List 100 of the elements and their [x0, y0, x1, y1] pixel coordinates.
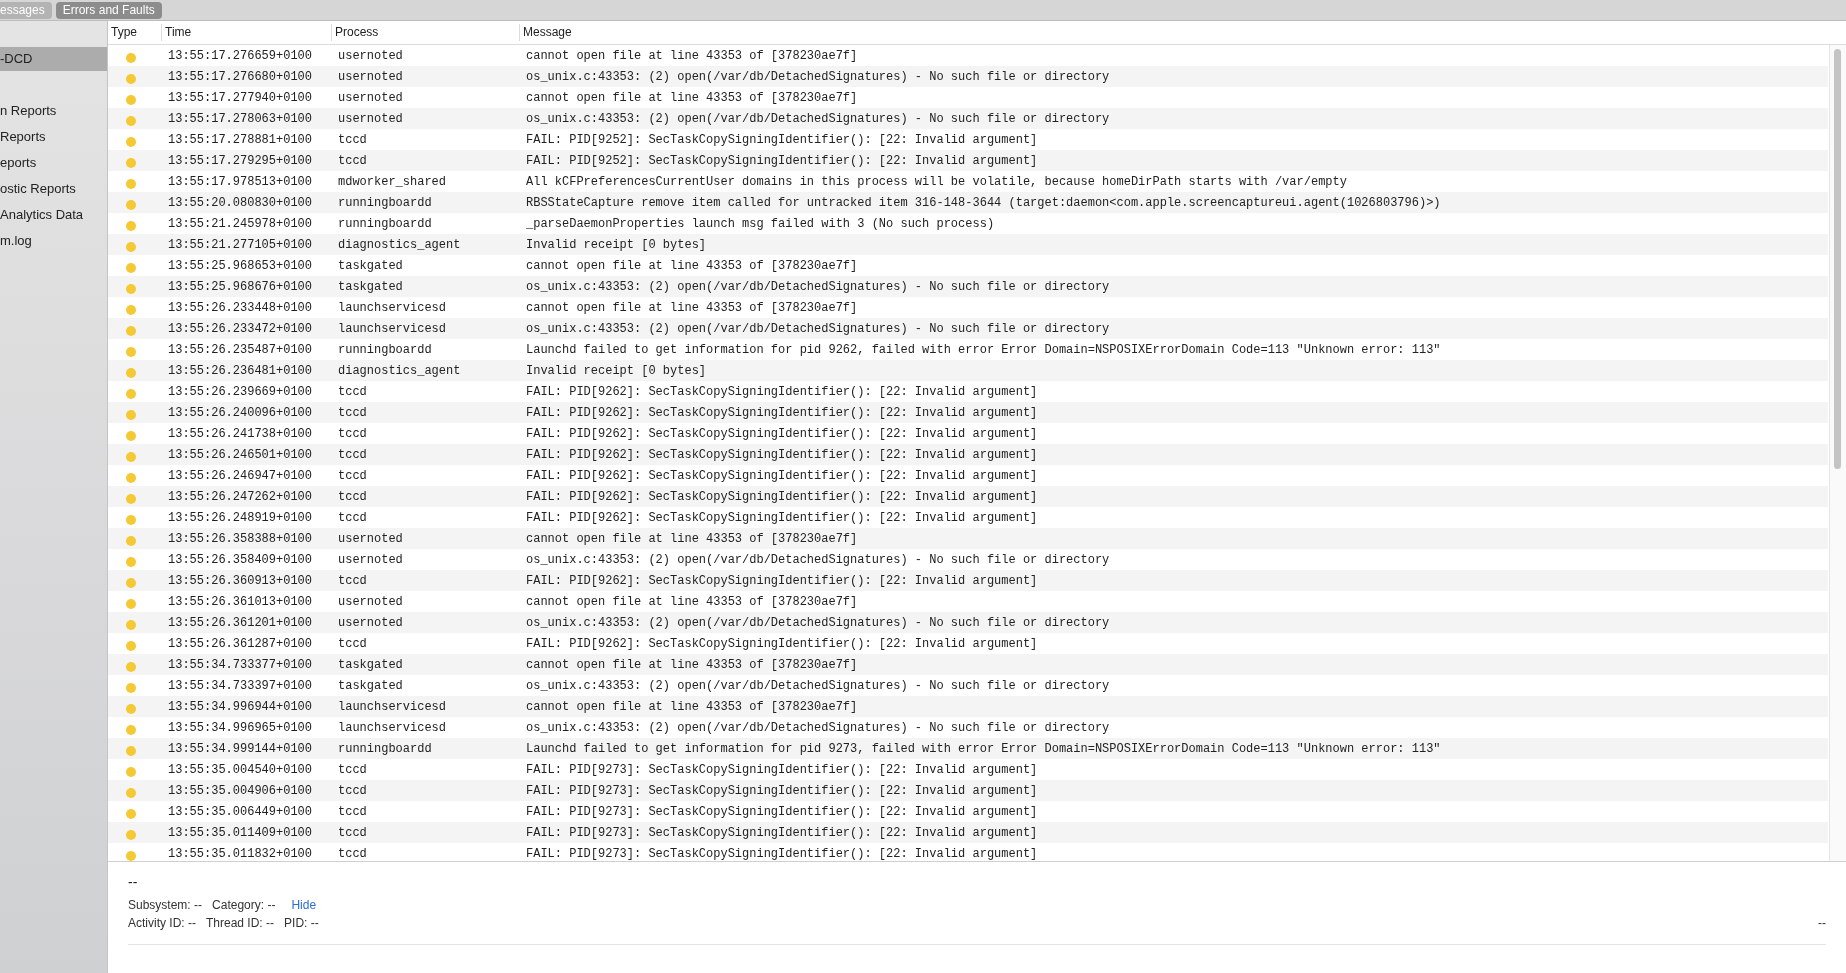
error-dot-icon: [126, 493, 136, 504]
process-cell-text: launchservicesd: [337, 699, 448, 714]
time-cell-text: 13:55:25.968653+0100: [167, 258, 314, 273]
time-cell-text: 13:55:26.246501+0100: [167, 447, 314, 462]
time-cell-text: 13:55:26.240096+0100: [167, 405, 314, 420]
time-cell-text: 13:55:17.978513+0100: [167, 174, 314, 189]
time-cell-text: 13:55:26.358409+0100: [167, 552, 314, 567]
time-cell-text: 13:55:17.277940+0100: [167, 90, 314, 105]
column-header[interactable]: Time: [161, 24, 331, 41]
message-cell-text: FAIL: PID[9262]: SecTaskCopySigningIdentifier(): [22: Invalid argument]: [525, 510, 1039, 525]
error-dot-icon: [126, 451, 136, 462]
column-header[interactable]: Message: [519, 24, 1846, 41]
time-cell-text: 13:55:26.235487+0100: [167, 342, 314, 357]
time-cell-text: 13:55:35.004540+0100: [167, 762, 314, 777]
sidebar-item[interactable]: eports: [0, 151, 107, 175]
error-dot-icon: [126, 283, 136, 294]
message-cell-text: os_unix.c:43353: (2) open(/var/db/DetachedSignatures) - No such file or directory: [525, 615, 1111, 630]
message-cell-text: cannot open file at line 43353 of [378230ae7f]: [525, 699, 859, 714]
error-dot-icon: [126, 304, 136, 315]
error-dot-icon: [126, 556, 136, 567]
message-cell-text: os_unix.c:43353: (2) open(/var/db/DetachedSignatures) - No such file or directory: [525, 111, 1111, 126]
message-cell-text: FAIL: PID[9273]: SecTaskCopySigningIdentifier(): [22: Invalid argument]: [525, 825, 1039, 840]
time-cell-text: 13:55:21.277105+0100: [167, 237, 314, 252]
column-header[interactable]: Process: [331, 24, 519, 41]
time-cell-text: 13:55:26.246947+0100: [167, 468, 314, 483]
message-cell-text: cannot open file at line 43353 of [378230ae7f]: [525, 48, 859, 63]
process-cell-text: usernoted: [337, 90, 404, 105]
error-dot-icon: [126, 325, 136, 336]
hide-link[interactable]: Hide: [291, 898, 317, 912]
time-cell-text: 13:55:26.358388+0100: [167, 531, 314, 546]
time-cell-text: 13:55:26.241738+0100: [167, 426, 314, 441]
time-cell-text: 13:55:26.361201+0100: [167, 615, 314, 630]
sidebar-item[interactable]: ostic Reports: [0, 177, 107, 201]
process-cell-text: usernoted: [337, 111, 404, 126]
error-dot-icon: [126, 577, 136, 588]
error-dot-icon: [126, 682, 136, 693]
error-dot-icon: [126, 598, 136, 609]
time-cell-text: 13:55:26.239669+0100: [167, 384, 314, 399]
sidebar-item[interactable]: n Reports: [0, 99, 107, 123]
time-cell-text: 13:55:26.233448+0100: [167, 300, 314, 315]
time-cell-text: 13:55:35.004906+0100: [167, 783, 314, 798]
message-cell-text: Launchd failed to get information for pid 9262, failed with error Error Domain=NSPOSIXErrorDomain Code=113 "Unknown error: 113": [525, 342, 1442, 357]
error-dot-icon: [126, 745, 136, 756]
error-dot-icon: [126, 136, 136, 147]
message-cell-text: cannot open file at line 43353 of [378230ae7f]: [525, 300, 859, 315]
process-cell-text: tccd: [337, 636, 368, 651]
message-cell-text: FAIL: PID[9262]: SecTaskCopySigningIdentifier(): [22: Invalid argument]: [525, 468, 1039, 483]
error-dot-icon: [126, 157, 136, 168]
message-cell-text: FAIL: PID[9252]: SecTaskCopySigningIdentifier(): [22: Invalid argument]: [525, 132, 1039, 147]
message-cell-text: FAIL: PID[9273]: SecTaskCopySigningIdentifier(): [22: Invalid argument]: [525, 783, 1039, 798]
detail-field: Subsystem: --: [128, 898, 203, 912]
process-cell-text: tccd: [337, 510, 368, 525]
process-cell-text: runningboardd: [337, 741, 433, 756]
error-dot-icon: [126, 409, 136, 420]
message-cell-text: FAIL: PID[9273]: SecTaskCopySigningIdentifier(): [22: Invalid argument]: [525, 846, 1039, 861]
error-dot-icon: [126, 115, 136, 126]
error-dot-icon: [126, 94, 136, 105]
error-dot-icon: [126, 619, 136, 630]
message-cell-text: cannot open file at line 43353 of [378230ae7f]: [525, 531, 859, 546]
sidebar-item[interactable]: -DCD: [0, 47, 107, 71]
process-cell-text: usernoted: [337, 531, 404, 546]
sidebar-item[interactable]: Analytics Data: [0, 203, 107, 227]
error-dot-icon: [126, 178, 136, 189]
column-header[interactable]: Type: [108, 24, 161, 41]
scrollbar-thumb[interactable]: [1834, 49, 1841, 469]
time-cell-text: 13:55:35.011409+0100: [167, 825, 314, 840]
message-cell-text: os_unix.c:43353: (2) open(/var/db/DetachedSignatures) - No such file or directory: [525, 552, 1111, 567]
process-cell-text: launchservicesd: [337, 300, 448, 315]
detail-field: PID: --: [284, 916, 319, 930]
time-cell-text: 13:55:26.236481+0100: [167, 363, 314, 378]
process-cell-text: launchservicesd: [337, 720, 448, 735]
error-dot-icon: [126, 220, 136, 231]
message-cell-text: FAIL: PID[9262]: SecTaskCopySigningIdentifier(): [22: Invalid argument]: [525, 426, 1039, 441]
error-dot-icon: [126, 388, 136, 399]
time-cell-text: 13:55:26.360913+0100: [167, 573, 314, 588]
process-cell-text: usernoted: [337, 594, 404, 609]
sidebar-item[interactable]: m.log: [0, 229, 107, 253]
message-cell-text: Invalid receipt [0 bytes]: [525, 237, 708, 252]
message-cell-text: os_unix.c:43353: (2) open(/var/db/DetachedSignatures) - No such file or directory: [525, 678, 1111, 693]
error-dot-icon: [126, 430, 136, 441]
process-cell-text: taskgated: [337, 279, 404, 294]
process-cell-text: tccd: [337, 384, 368, 399]
process-cell-text: usernoted: [337, 48, 404, 63]
message-cell-text: _parseDaemonProperties launch msg failed with 3 (No such process): [525, 216, 996, 231]
time-cell-text: 13:55:34.733397+0100: [167, 678, 314, 693]
process-cell-text: taskgated: [337, 258, 404, 273]
time-cell-text: 13:55:25.968676+0100: [167, 279, 314, 294]
process-cell-text: mdworker_shared: [337, 174, 448, 189]
process-cell-text: tccd: [337, 153, 368, 168]
process-cell-text: taskgated: [337, 657, 404, 672]
error-dot-icon: [126, 829, 136, 840]
process-cell-text: tccd: [337, 783, 368, 798]
process-cell-text: tccd: [337, 405, 368, 420]
time-cell-text: 13:55:26.361013+0100: [167, 594, 314, 609]
process-cell-text: tccd: [337, 846, 368, 861]
detail-field: Activity ID: --: [128, 916, 196, 930]
sidebar-item[interactable]: Reports: [0, 125, 107, 149]
process-cell-text: tccd: [337, 762, 368, 777]
time-cell-text: 13:55:35.011832+0100: [167, 846, 314, 861]
message-cell-text: FAIL: PID[9262]: SecTaskCopySigningIdentifier(): [22: Invalid argument]: [525, 405, 1039, 420]
